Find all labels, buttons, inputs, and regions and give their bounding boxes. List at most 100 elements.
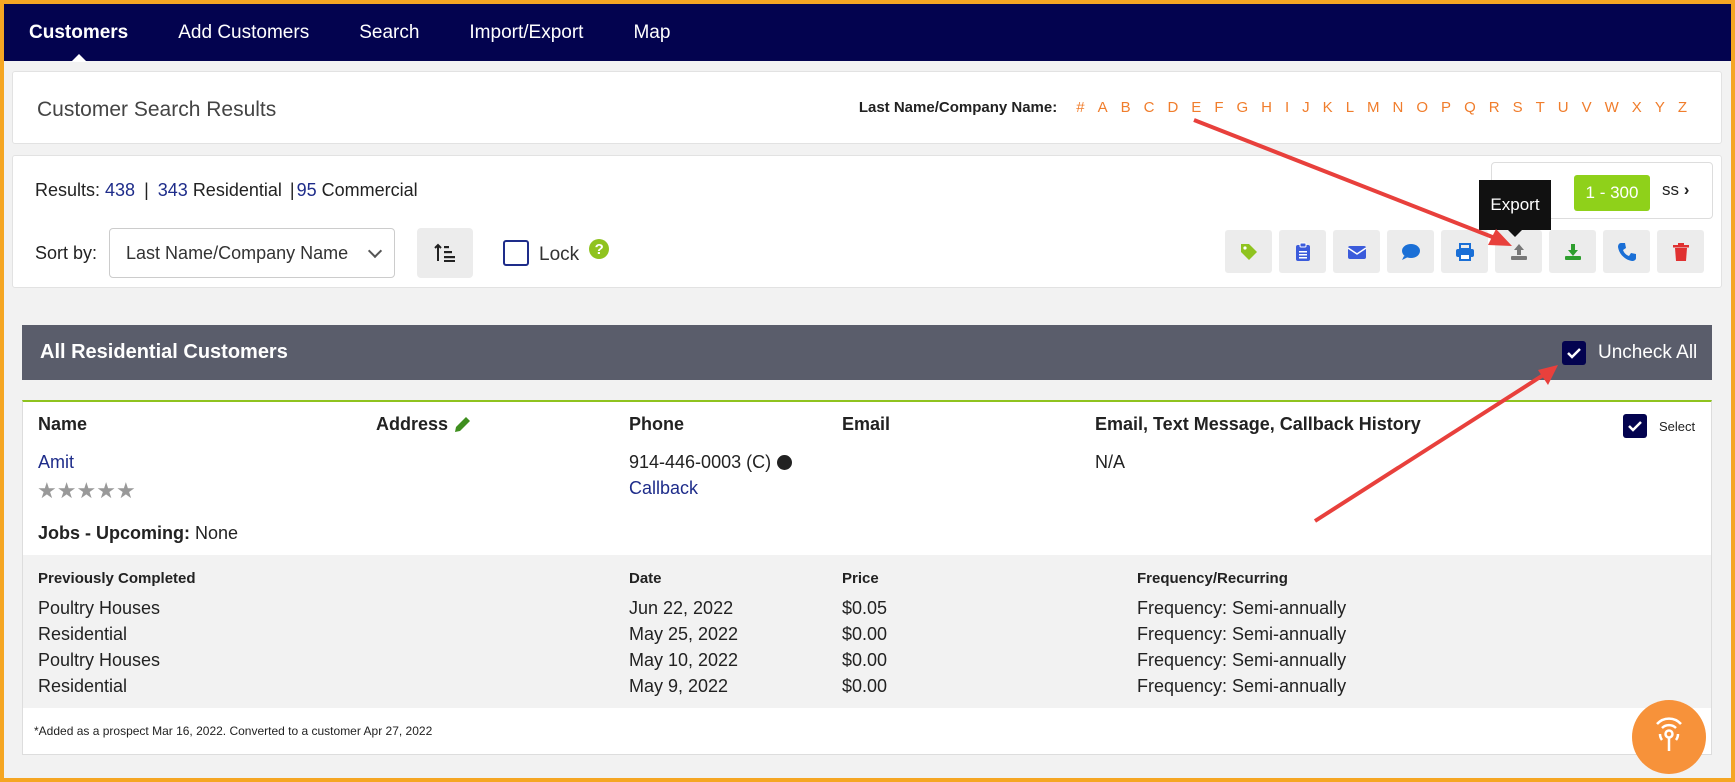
page-range-button[interactable]: 1 - 300 [1574,175,1650,211]
header-address: Address [376,414,472,435]
star-icon[interactable]: ★ [76,480,96,502]
completed-date: Jun 22, 2022 [629,598,734,618]
results-residential-link[interactable]: 343 [158,180,188,201]
support-fab[interactable] [1632,700,1706,774]
alpha-letter-link[interactable]: K [1323,99,1333,116]
completed-date: May 10, 2022 [629,650,739,670]
completed-service: Poultry Houses [38,650,161,670]
alpha-letter-link[interactable]: X [1632,99,1642,116]
sort-select[interactable]: Last Name/Company Name [109,228,396,278]
completed-frequency: Frequency: Semi-annually [1137,650,1347,670]
help-icon[interactable]: ? [589,239,610,259]
alpha-letter-link[interactable]: A [1098,99,1108,116]
alpha-letter-link[interactable]: V [1582,99,1592,116]
divider: | [289,180,295,200]
nav-search[interactable]: Search [334,4,444,61]
alpha-letter-link[interactable]: E [1191,99,1201,116]
alpha-letter-link[interactable]: Y [1655,99,1665,116]
completed-frequency: Frequency: Semi-annually [1137,598,1347,618]
header-address-label: Address [376,414,449,434]
alpha-letter-link[interactable]: J [1302,99,1310,116]
alpha-letter-link[interactable]: G [1236,99,1248,116]
sort-order-button[interactable] [417,228,474,278]
alpha-letter-link[interactable]: B [1121,99,1131,116]
completed-frequency: Frequency: Semi-annually [1137,676,1347,696]
print-button[interactable] [1441,230,1488,273]
results-commercial-label: Commercial [321,180,418,200]
alpha-letter-link[interactable]: I [1285,99,1289,116]
star-icon[interactable]: ★ [57,480,77,502]
next-page-link[interactable]: ss › [1662,180,1689,200]
text-message-button[interactable] [1387,230,1434,273]
alpha-letter-link[interactable]: Q [1464,99,1476,116]
alpha-letter-link[interactable]: D [1167,99,1178,116]
alpha-letter-link[interactable]: L [1346,99,1354,116]
nav-add-customers[interactable]: Add Customers [153,4,334,61]
header-name: Name [38,414,88,434]
alpha-letter-link[interactable]: F [1214,99,1223,116]
select-label: Select [1659,418,1696,434]
customer-name-link[interactable]: Amit [38,452,74,473]
upload-icon [1510,243,1527,260]
nav-customers[interactable]: Customers [4,4,153,62]
completed-frequency: Frequency: Semi-annually [1137,624,1347,644]
email-button[interactable] [1333,230,1380,273]
clipboard-icon [1295,242,1310,261]
select-control[interactable]: Select [1623,414,1695,438]
header-history: Email, Text Message, Callback History [1095,414,1421,434]
alpha-letter-link[interactable]: S [1513,99,1523,116]
uncheck-all-control[interactable]: Uncheck All [1562,341,1697,365]
alpha-letter-link[interactable]: C [1144,99,1155,116]
sort-ascending-icon [434,243,456,262]
completed-price: $0.05 [842,598,888,618]
alpha-letter-link[interactable]: W [1605,99,1619,116]
alpha-letter-link[interactable]: O [1416,99,1428,116]
delete-button[interactable] [1657,230,1704,273]
alpha-letter-link[interactable]: # [1076,99,1084,116]
lock-checkbox[interactable] [503,240,530,266]
uncheck-all-checkbox[interactable] [1562,341,1586,365]
star-icon[interactable]: ★ [37,480,57,502]
star-icon[interactable]: ★ [116,480,136,502]
completed-header-date: Date [629,570,662,587]
alpha-letter-link[interactable]: T [1536,99,1545,116]
pencil-icon[interactable] [452,415,472,435]
completed-header-frequency: Frequency/Recurring [1137,570,1288,587]
select-checkbox[interactable] [1623,414,1647,438]
alpha-letter-link[interactable]: U [1558,99,1569,116]
completed-service: Residential [38,624,128,644]
tag-button[interactable] [1225,230,1272,273]
alpha-letter-link[interactable]: N [1393,99,1404,116]
completed-price: $0.00 [842,676,888,696]
alpha-letter-link[interactable]: M [1367,99,1380,116]
download-icon [1564,243,1581,260]
phone-number[interactable]: 914-446-0003 (C) [629,452,771,473]
phone-icon [1617,242,1636,261]
alpha-letter-link[interactable]: R [1489,99,1500,116]
rating-stars[interactable]: ★ ★ ★ ★ ★ [37,480,136,502]
search-results-panel: Customer Search Results Last Name/Compan… [12,71,1722,144]
nav-import-export[interactable]: Import/Export [444,4,608,61]
alpha-letter-link[interactable]: H [1261,99,1272,116]
footnote: *Added as a prospect Mar 16, 2022. Conve… [34,724,433,738]
jobs-upcoming-value: None [195,523,239,543]
call-button[interactable] [1603,230,1650,273]
nav-map[interactable]: Map [608,4,695,61]
broadcast-icon [1656,717,1682,751]
notes-button[interactable] [1279,230,1326,273]
alpha-letter-link[interactable]: Z [1678,99,1687,116]
alpha-letter-link[interactable]: P [1441,99,1451,116]
chevron-right-icon: › [1683,180,1690,199]
callback-link[interactable]: Callback [629,478,698,499]
star-icon[interactable]: ★ [96,480,116,502]
trash-icon [1672,242,1689,261]
completed-price: $0.00 [842,650,888,670]
header-phone: Phone [629,414,685,434]
customer-phone: 914-446-0003 (C) [629,452,793,473]
jobs-upcoming-label: Jobs - Upcoming: [38,523,190,543]
results-commercial-link[interactable]: 95 [297,180,317,201]
header-email: Email [842,414,891,434]
import-button[interactable] [1549,230,1596,273]
envelope-icon [1347,245,1366,259]
results-total-link[interactable]: 438 [105,180,135,201]
